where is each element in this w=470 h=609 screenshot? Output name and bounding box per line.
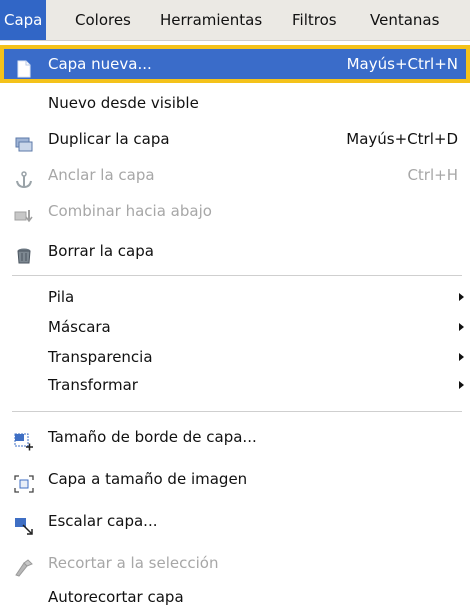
menu-item-label: Autorecortar capa	[48, 588, 184, 606]
menu-item-shortcut: Mayús+Ctrl+N	[346, 55, 458, 73]
menu-item-label: Anclar la capa	[48, 166, 155, 184]
menu-item-anclar-la-capa[interactable]: Anclar la capa Ctrl+H	[0, 157, 470, 193]
trash-icon	[14, 242, 34, 264]
menu-item-label: Capa nueva...	[48, 55, 152, 73]
menu-item-autorecortar-capa[interactable]: Autorecortar capa	[0, 585, 470, 609]
merge-down-icon	[14, 202, 34, 223]
menu-item-label: Combinar hacia abajo	[48, 202, 212, 220]
menu-capa[interactable]: Capa	[0, 0, 47, 40]
layer-boundary-size-icon	[14, 428, 34, 451]
menu-herramientas[interactable]: Herramientas	[160, 0, 262, 40]
submenu-arrow-icon	[459, 381, 464, 389]
menu-item-recortar-a-la-seleccion[interactable]: Recortar a la selección	[0, 545, 470, 581]
scale-layer-icon	[14, 512, 34, 535]
menu-item-nuevo-desde-visible[interactable]: Nuevo desde visible	[0, 85, 470, 121]
menu-item-label: Borrar la capa	[48, 242, 154, 260]
menu-item-label: Escalar capa...	[48, 512, 158, 530]
menu-item-escalar-capa[interactable]: Escalar capa...	[0, 503, 470, 539]
menu-item-transformar[interactable]: Transformar	[0, 367, 470, 403]
menu-item-capa-a-tamano-de-imagen[interactable]: Capa a tamaño de imagen	[0, 461, 470, 497]
menu-item-label: Recortar a la selección	[48, 554, 219, 572]
menu-ventanas[interactable]: Ventanas	[370, 0, 439, 40]
menu-item-tamano-de-borde-de-capa[interactable]: Tamaño de borde de capa...	[0, 419, 470, 455]
menu-item-label: Tamaño de borde de capa...	[48, 428, 257, 446]
submenu-arrow-icon	[459, 323, 464, 331]
crop-icon	[14, 554, 34, 577]
menu-separator	[12, 275, 462, 276]
duplicate-layer-icon	[14, 130, 34, 152]
menu-separator	[12, 411, 462, 412]
menu-item-combinar-hacia-abajo[interactable]: Combinar hacia abajo	[0, 193, 470, 229]
menu-item-duplicar-la-capa[interactable]: Duplicar la capa Mayús+Ctrl+D	[0, 121, 470, 157]
submenu-arrow-icon	[459, 293, 464, 301]
menu-colores[interactable]: Colores	[75, 0, 131, 40]
new-layer-icon	[14, 54, 34, 78]
menubar: Capa Colores Herramientas Filtros Ventan…	[0, 0, 470, 41]
menu-item-capa-nueva[interactable]: Capa nueva... Mayús+Ctrl+N	[0, 45, 470, 83]
menu-item-shortcut: Mayús+Ctrl+D	[346, 130, 458, 148]
menu-item-shortcut: Ctrl+H	[407, 166, 458, 184]
menu-item-label: Capa a tamaño de imagen	[48, 470, 248, 488]
anchor-icon	[14, 166, 34, 189]
menu-item-label: Nuevo desde visible	[48, 94, 199, 112]
menu-item-borrar-la-capa[interactable]: Borrar la capa	[0, 233, 470, 269]
menu-item-label: Transformar	[48, 376, 138, 394]
submenu-arrow-icon	[459, 353, 464, 361]
menu-filtros[interactable]: Filtros	[292, 0, 337, 40]
capa-dropdown-menu: Capa nueva... Mayús+Ctrl+N Nuevo desde v…	[0, 41, 470, 606]
layer-to-image-size-icon	[14, 470, 34, 493]
menu-item-label: Duplicar la capa	[48, 130, 170, 148]
